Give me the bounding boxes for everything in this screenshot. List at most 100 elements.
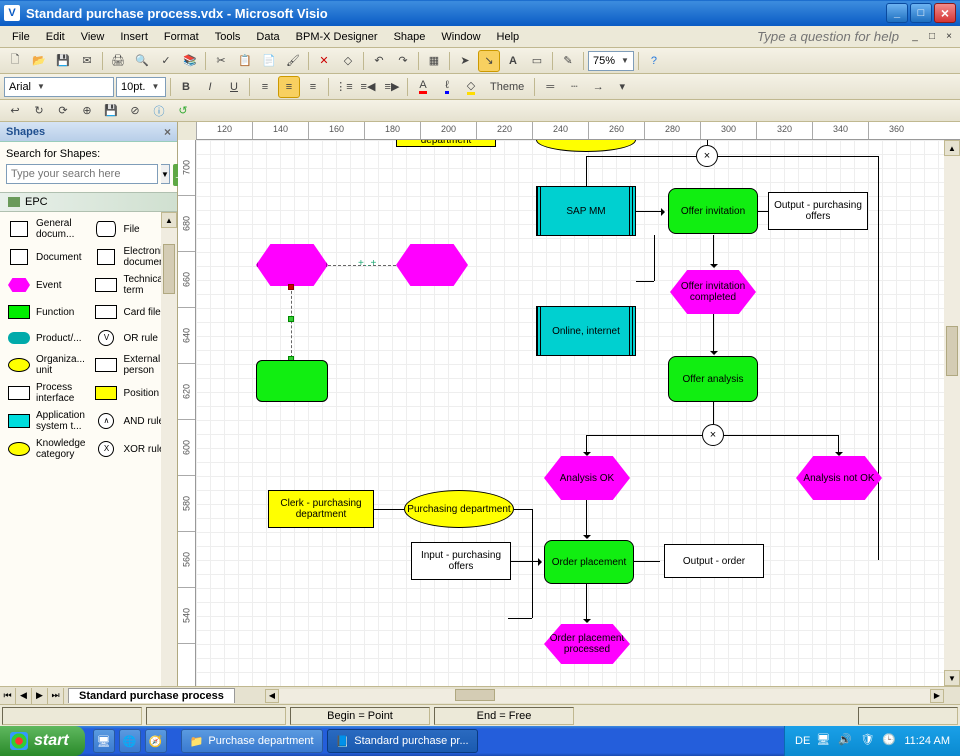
undo-icon[interactable]: ↶ (368, 50, 390, 72)
stencil-item[interactable]: Document (4, 244, 87, 270)
quick-launch-1[interactable]: 🖥 (93, 729, 115, 753)
line-color-icon[interactable]: ℓ (436, 76, 458, 98)
bullets-icon[interactable]: ⋮≡ (333, 76, 355, 98)
align-left-icon[interactable]: ≡ (254, 76, 276, 98)
quick-launch-2[interactable]: 🌐 (119, 729, 141, 753)
research-icon[interactable]: 📚 (179, 50, 201, 72)
save-icon[interactable]: 💾 (52, 50, 74, 72)
shape-oval-top[interactable] (536, 140, 636, 152)
scroll-right-icon[interactable]: ▶ (930, 689, 944, 703)
copy-icon[interactable]: 📋 (234, 50, 256, 72)
tab-first-icon[interactable]: ⏮ (0, 688, 16, 704)
canvas[interactable]: department × SAP MM Offer invitation Out… (196, 140, 960, 686)
more-icon[interactable]: ▾ (611, 76, 633, 98)
drawing-tools-icon[interactable]: ▭ (526, 50, 548, 72)
preview-icon[interactable]: 🔍 (131, 50, 153, 72)
search-dropdown-icon[interactable]: ▼ (161, 164, 170, 184)
help-question-input[interactable] (749, 29, 899, 44)
shape-clerk[interactable]: Clerk - purchasing department (268, 490, 374, 528)
align-right-icon[interactable]: ≡ (302, 76, 324, 98)
menu-view[interactable]: View (73, 29, 113, 45)
line-ends-icon[interactable]: → (587, 76, 609, 98)
stencil-item[interactable]: Product/... (4, 326, 87, 350)
doc-restore-button[interactable]: □ (925, 30, 939, 44)
scroll-up-icon[interactable]: ▲ (944, 140, 960, 156)
shapes-close-icon[interactable]: × (164, 125, 171, 139)
new-icon[interactable]: 🗋 (4, 50, 26, 72)
print-icon[interactable]: 🖨 (107, 50, 129, 72)
stencil-item[interactable]: Event (4, 272, 87, 298)
action8-icon[interactable]: ↺ (172, 100, 194, 122)
shape-order-processed[interactable]: Order placement processed (544, 624, 630, 664)
menu-insert[interactable]: Insert (112, 29, 156, 45)
pointer-icon[interactable]: ➤ (454, 50, 476, 72)
taskbar-btn-2[interactable]: 📘 Standard purchase pr... (327, 729, 478, 753)
maximize-button[interactable]: □ (910, 3, 932, 23)
stencil-item[interactable]: Knowledge category (4, 436, 87, 462)
zoom-select[interactable]: 75%▼ (588, 51, 634, 71)
menu-window[interactable]: Window (433, 29, 488, 45)
tab-prev-icon[interactable]: ◀ (16, 688, 32, 704)
fill-color-icon[interactable]: ◇ (460, 76, 482, 98)
scroll-down-icon[interactable]: ▼ (944, 670, 960, 686)
line-pattern-icon[interactable]: ┄ (563, 76, 585, 98)
align-center-icon[interactable]: ≡ (278, 76, 300, 98)
font-color-icon[interactable]: A (412, 76, 434, 98)
connection-point[interactable] (288, 316, 294, 322)
stencil-header[interactable]: EPC (0, 192, 177, 212)
stencil-item[interactable]: Function (4, 300, 87, 324)
tray-icon-3[interactable]: 🛡 (860, 733, 876, 749)
shape-output-offers[interactable]: Output - purchasing offers (768, 192, 868, 230)
scroll-up-icon[interactable]: ▲ (161, 212, 177, 228)
fontsize-select[interactable]: 10pt.▼ (116, 77, 166, 97)
menu-data[interactable]: Data (248, 29, 287, 45)
shape-dragged-event-2[interactable] (396, 244, 468, 286)
connector-icon[interactable]: ↘ (478, 50, 500, 72)
action2-icon[interactable]: ↻ (28, 100, 50, 122)
shape-order-placement[interactable]: Order placement (544, 540, 634, 584)
menu-file[interactable]: File (4, 29, 38, 45)
redo-icon[interactable]: ↷ (392, 50, 414, 72)
shape-dept-top[interactable]: department (396, 140, 496, 147)
theme-button[interactable]: Theme (484, 76, 530, 98)
shapes-scrollbar[interactable]: ▲ (161, 212, 177, 686)
menu-format[interactable]: Format (156, 29, 207, 45)
paste-icon[interactable]: 📄 (258, 50, 280, 72)
eraser-icon[interactable]: ◇ (337, 50, 359, 72)
action4-icon[interactable]: ⊕ (76, 100, 98, 122)
stencil-item[interactable]: Process interface (4, 380, 87, 406)
tray-clock[interactable]: 11:24 AM (904, 735, 950, 747)
menu-bpmx[interactable]: BPM-X Designer (288, 29, 386, 45)
menu-shape[interactable]: Shape (386, 29, 434, 45)
italic-icon[interactable]: I (199, 76, 221, 98)
shape-offer-inv-completed[interactable]: Offer invitation completed (670, 270, 756, 314)
font-select[interactable]: Arial▼ (4, 77, 114, 97)
shape-offer-invitation[interactable]: Offer invitation (668, 188, 758, 234)
stencil-item[interactable]: Organiza... unit (4, 352, 87, 378)
action6-icon[interactable]: ⊘ (124, 100, 146, 122)
scroll-thumb[interactable] (163, 244, 175, 294)
stencil-item[interactable]: General docum... (4, 216, 87, 242)
stencil-item[interactable]: Application system t... (4, 408, 87, 434)
line-weight-icon[interactable]: ═ (539, 76, 561, 98)
tray-icon-1[interactable]: 🖥 (816, 733, 832, 749)
action3-icon[interactable]: ⟳ (52, 100, 74, 122)
shape-purch-dept[interactable]: Purchasing department (404, 490, 514, 528)
tray-icon-4[interactable]: 🕒 (882, 733, 898, 749)
action1-icon[interactable]: ↩ (4, 100, 26, 122)
action7-icon[interactable]: ⓘ (148, 100, 170, 122)
tab-last-icon[interactable]: ⏭ (48, 688, 64, 704)
tray-icon-2[interactable]: 🔊 (838, 733, 854, 749)
ink-icon[interactable]: ✎ (557, 50, 579, 72)
doc-minimize-button[interactable]: _ (908, 30, 922, 44)
gateway-top[interactable]: × (696, 145, 718, 167)
scroll-left-icon[interactable]: ◀ (265, 689, 279, 703)
quick-launch-3[interactable]: 🧭 (145, 729, 167, 753)
start-button[interactable]: start (0, 726, 85, 756)
delete-icon[interactable]: ✕ (313, 50, 335, 72)
canvas-h-scrollbar[interactable]: ◀ ▶ (265, 689, 944, 703)
indent-dec-icon[interactable]: ≡◀ (357, 76, 379, 98)
indent-inc-icon[interactable]: ≡▶ (381, 76, 403, 98)
shape-sap-1[interactable]: SAP MM (536, 186, 636, 236)
underline-icon[interactable]: U (223, 76, 245, 98)
